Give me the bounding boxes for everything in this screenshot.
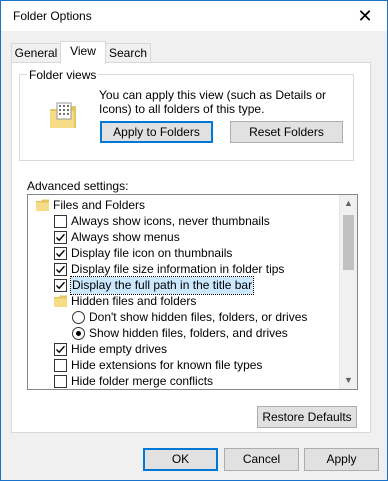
checkbox-checked[interactable] [54,279,67,292]
checkbox-option[interactable]: Display the full path in the title bar [28,276,340,295]
folder-options-window: Folder Options ✕ General View Search Fol… [0,0,388,481]
apply-to-folders-button[interactable]: Apply to Folders [100,121,213,143]
title-bar[interactable]: Folder Options ✕ [1,1,387,31]
scrollbar-thumb[interactable] [343,215,354,270]
reset-folders-button[interactable]: Reset Folders [230,121,343,143]
tree-item-label: Always show icons, never thumbnails [71,214,270,228]
cancel-button[interactable]: Cancel [224,448,299,471]
tab-view[interactable]: View [60,41,106,64]
radio-option[interactable]: Show hidden files, folders, and drives [28,325,340,342]
checkbox-option[interactable]: Always show icons, never thumbnails [28,213,340,230]
checkbox-checked[interactable] [54,263,67,276]
tree-item-label: Hide extensions for known file types [71,358,263,372]
chevron-up-icon[interactable]: ▲ [340,195,357,212]
checkbox-option[interactable]: Hide empty drives [28,341,340,358]
checkbox-unchecked[interactable] [54,215,67,228]
tree-item-label: Hide empty drives [71,342,168,356]
checkbox-option[interactable]: Display file icon on thumbnails [28,245,340,262]
ok-button[interactable]: OK [143,448,218,471]
window-title: Folder Options [13,9,92,23]
folder-views-icon [49,100,81,132]
tab-search[interactable]: Search [105,43,151,63]
tree-item-label: Display file size information in folder … [71,262,285,276]
radio-option[interactable]: Don't show hidden files, folders, or dri… [28,309,340,326]
tree-folder-item: Files and Folders [28,197,340,214]
checkbox-option[interactable]: Hide folder merge conflicts [28,373,340,389]
radio-selected[interactable] [72,327,85,340]
checkbox-checked[interactable] [54,247,67,260]
checkbox-unchecked[interactable] [54,375,67,388]
checkbox-checked[interactable] [54,231,67,244]
tree-item-label: Hidden files and folders [71,294,197,308]
vertical-scrollbar[interactable]: ▲ ▼ [339,195,357,389]
tab-general[interactable]: General [11,43,61,63]
close-icon[interactable]: ✕ [353,4,377,28]
radio-unselected[interactable] [72,311,85,324]
restore-defaults-button[interactable]: Restore Defaults [257,406,357,428]
tree-item-label: Files and Folders [53,198,146,212]
checkbox-unchecked[interactable] [54,359,67,372]
folder-views-description: You can apply this view (such as Details… [99,88,327,116]
tree-item-label: Hide folder merge conflicts [71,374,214,388]
chevron-down-icon[interactable]: ▼ [340,372,357,389]
tree-item-label: Don't show hidden files, folders, or dri… [89,310,308,324]
apply-button[interactable]: Apply [304,448,379,471]
tree-item-label: Always show menus [71,230,180,244]
advanced-settings-tree[interactable]: Files and Folders Always show icons, neve… [27,194,358,390]
tree-item-label: Display file icon on thumbnails [71,246,233,260]
tree-item-label: Display the full path in the title bar [69,276,255,295]
tree-item-label: Show hidden files, folders, and drives [89,326,288,340]
checkbox-checked[interactable] [54,343,67,356]
tree-folder-item: Hidden files and folders [28,293,340,310]
checkbox-option[interactable]: Always show menus [28,229,340,246]
checkbox-option[interactable]: Hide extensions for known file types [28,357,340,374]
folder-views-label: Folder views [27,68,99,82]
advanced-settings-label: Advanced settings: [27,179,129,193]
checkbox-option[interactable]: Display file size information in folder … [28,261,340,278]
